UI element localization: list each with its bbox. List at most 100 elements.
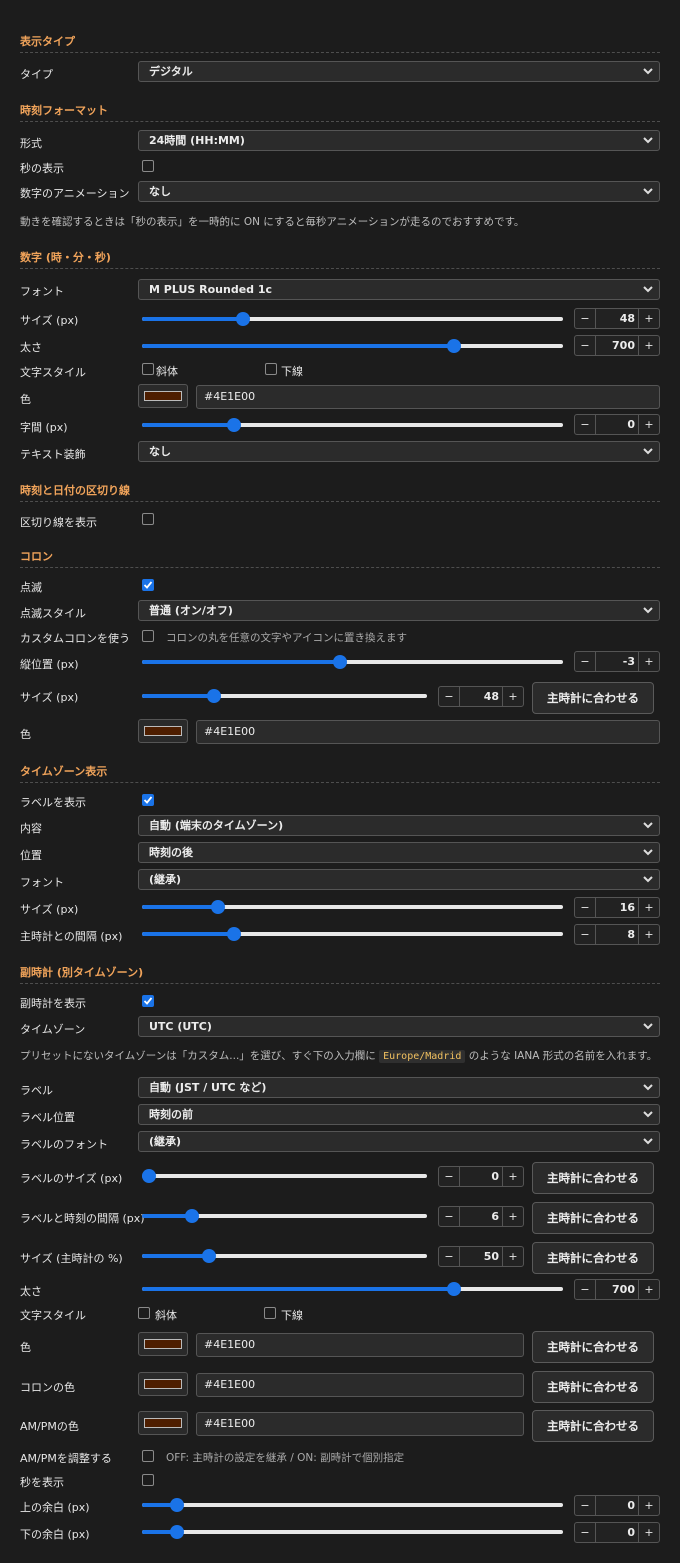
sub-size-stepper[interactable]: −50 + bbox=[438, 1246, 524, 1267]
plus-icon[interactable]: + bbox=[638, 652, 659, 671]
tz-gap-slider[interactable] bbox=[142, 927, 563, 941]
ampm-adjust-checkbox[interactable] bbox=[142, 1450, 154, 1462]
minus-icon[interactable]: − bbox=[575, 898, 596, 917]
vpos-value[interactable]: -3 bbox=[596, 652, 638, 671]
sub-colon-color-match-button[interactable]: 主時計に合わせる bbox=[532, 1371, 654, 1403]
tz-content-select[interactable]: 自動 (端末のタイムゾーン) bbox=[138, 815, 660, 836]
tz-size-slider[interactable] bbox=[142, 900, 563, 914]
sub-label-pos-select[interactable]: 時刻の前 bbox=[138, 1104, 660, 1125]
sub-color-match-button[interactable]: 主時計に合わせる bbox=[532, 1331, 654, 1363]
blink-style-select[interactable]: 普通 (オン/オフ) bbox=[138, 600, 660, 621]
sub-label-font-select[interactable]: (継承) bbox=[138, 1131, 660, 1152]
minus-icon[interactable]: − bbox=[575, 309, 596, 328]
minus-icon[interactable]: − bbox=[439, 1247, 460, 1266]
plus-icon[interactable]: + bbox=[502, 1167, 523, 1186]
spacing-slider[interactable] bbox=[142, 418, 563, 432]
colon-size-slider[interactable] bbox=[142, 689, 427, 703]
minus-icon[interactable]: − bbox=[575, 925, 596, 944]
ampm-color-swatch[interactable] bbox=[138, 1411, 188, 1435]
digit-size-stepper[interactable]: −48 + bbox=[574, 308, 660, 329]
type-select[interactable]: デジタル bbox=[138, 61, 660, 82]
deco-select[interactable]: なし bbox=[138, 441, 660, 462]
weight-slider[interactable] bbox=[142, 339, 563, 353]
top-margin-slider[interactable] bbox=[142, 1498, 563, 1512]
vpos-stepper[interactable]: − -3 + bbox=[574, 651, 660, 672]
minus-icon[interactable]: − bbox=[439, 1167, 460, 1186]
sub-label-size-match-button[interactable]: 主時計に合わせる bbox=[532, 1162, 654, 1194]
anim-select[interactable]: なし bbox=[138, 181, 660, 202]
sub-label-size-stepper[interactable]: −0 + bbox=[438, 1166, 524, 1187]
underline-checkbox[interactable] bbox=[265, 363, 277, 375]
sub-label-size-slider[interactable] bbox=[142, 1169, 427, 1183]
minus-icon[interactable]: − bbox=[575, 1496, 596, 1515]
plus-icon[interactable]: + bbox=[502, 687, 523, 706]
colon-size-value[interactable]: 48 bbox=[460, 687, 502, 706]
ampm-color-match-button[interactable]: 主時計に合わせる bbox=[532, 1410, 654, 1442]
tz-gap-stepper[interactable]: −8 + bbox=[574, 924, 660, 945]
plus-icon[interactable]: + bbox=[638, 336, 659, 355]
sub-label-gap-match-button[interactable]: 主時計に合わせる bbox=[532, 1202, 654, 1234]
bottom-margin-slider[interactable] bbox=[142, 1525, 563, 1539]
tz-font-select[interactable]: (継承) bbox=[138, 869, 660, 890]
weight-stepper[interactable]: −700 + bbox=[574, 335, 660, 356]
tz-show-checkbox[interactable] bbox=[142, 794, 154, 806]
plus-icon[interactable]: + bbox=[638, 1496, 659, 1515]
colon-color-hex-input[interactable]: #4E1E00 bbox=[196, 720, 660, 744]
ampm-color-hex-input[interactable]: #4E1E00 bbox=[196, 1412, 524, 1436]
plus-icon[interactable]: + bbox=[638, 898, 659, 917]
sub-weight-stepper[interactable]: −700 + bbox=[574, 1279, 660, 1300]
digit-size-slider[interactable] bbox=[142, 312, 563, 326]
minus-icon[interactable]: − bbox=[575, 1523, 596, 1542]
spacing-value[interactable]: 0 bbox=[596, 415, 638, 434]
sub-colon-color-swatch[interactable] bbox=[138, 1372, 188, 1396]
show-divider-checkbox[interactable] bbox=[142, 513, 154, 525]
custom-colon-checkbox[interactable] bbox=[142, 630, 154, 642]
tz-gap-value[interactable]: 8 bbox=[596, 925, 638, 944]
sub-size-value[interactable]: 50 bbox=[460, 1247, 502, 1266]
sub-color-swatch[interactable] bbox=[138, 1332, 188, 1356]
sub-color-hex-input[interactable]: #4E1E00 bbox=[196, 1333, 524, 1357]
format-select[interactable]: 24時間 (HH:MM) bbox=[138, 130, 660, 151]
minus-icon[interactable]: − bbox=[575, 415, 596, 434]
sub-underline-checkbox[interactable] bbox=[264, 1307, 276, 1319]
minus-icon[interactable]: − bbox=[575, 652, 596, 671]
vpos-slider[interactable] bbox=[142, 655, 563, 669]
sub-weight-slider[interactable] bbox=[142, 1282, 563, 1296]
plus-icon[interactable]: + bbox=[502, 1247, 523, 1266]
sub-label-gap-stepper[interactable]: −6 + bbox=[438, 1206, 524, 1227]
bottom-margin-stepper[interactable]: −0 + bbox=[574, 1522, 660, 1543]
italic-checkbox[interactable] bbox=[142, 363, 154, 375]
sub-size-match-button[interactable]: 主時計に合わせる bbox=[532, 1242, 654, 1274]
sub-label-gap-value[interactable]: 6 bbox=[460, 1207, 502, 1226]
colon-size-match-button[interactable]: 主時計に合わせる bbox=[532, 682, 654, 714]
font-select[interactable]: M PLUS Rounded 1c bbox=[138, 279, 660, 300]
sub-show-checkbox[interactable] bbox=[142, 995, 154, 1007]
plus-icon[interactable]: + bbox=[502, 1207, 523, 1226]
colon-size-stepper[interactable]: −48 + bbox=[438, 686, 524, 707]
plus-icon[interactable]: + bbox=[638, 1523, 659, 1542]
top-margin-value[interactable]: 0 bbox=[596, 1496, 638, 1515]
plus-icon[interactable]: + bbox=[638, 925, 659, 944]
color-swatch[interactable] bbox=[138, 384, 188, 408]
minus-icon[interactable]: − bbox=[575, 1280, 596, 1299]
blink-checkbox[interactable] bbox=[142, 579, 154, 591]
sub-italic-checkbox[interactable] bbox=[138, 1307, 150, 1319]
seconds-checkbox[interactable] bbox=[142, 160, 154, 172]
minus-icon[interactable]: − bbox=[439, 1207, 460, 1226]
digit-size-value[interactable]: 48 bbox=[596, 309, 638, 328]
bottom-margin-value[interactable]: 0 bbox=[596, 1523, 638, 1542]
sub-weight-value[interactable]: 700 bbox=[596, 1280, 638, 1299]
sub-label-select[interactable]: 自動 (JST / UTC など) bbox=[138, 1077, 660, 1098]
top-margin-stepper[interactable]: −0 + bbox=[574, 1495, 660, 1516]
plus-icon[interactable]: + bbox=[638, 309, 659, 328]
sub-label-gap-slider[interactable] bbox=[142, 1209, 427, 1223]
minus-icon[interactable]: − bbox=[439, 687, 460, 706]
color-hex-input[interactable]: #4E1E00 bbox=[196, 385, 660, 409]
tz-position-select[interactable]: 時刻の後 bbox=[138, 842, 660, 863]
plus-icon[interactable]: + bbox=[638, 1280, 659, 1299]
minus-icon[interactable]: − bbox=[575, 336, 596, 355]
weight-value[interactable]: 700 bbox=[596, 336, 638, 355]
tz-size-stepper[interactable]: −16 + bbox=[574, 897, 660, 918]
colon-color-swatch[interactable] bbox=[138, 719, 188, 743]
tz-size-value[interactable]: 16 bbox=[596, 898, 638, 917]
